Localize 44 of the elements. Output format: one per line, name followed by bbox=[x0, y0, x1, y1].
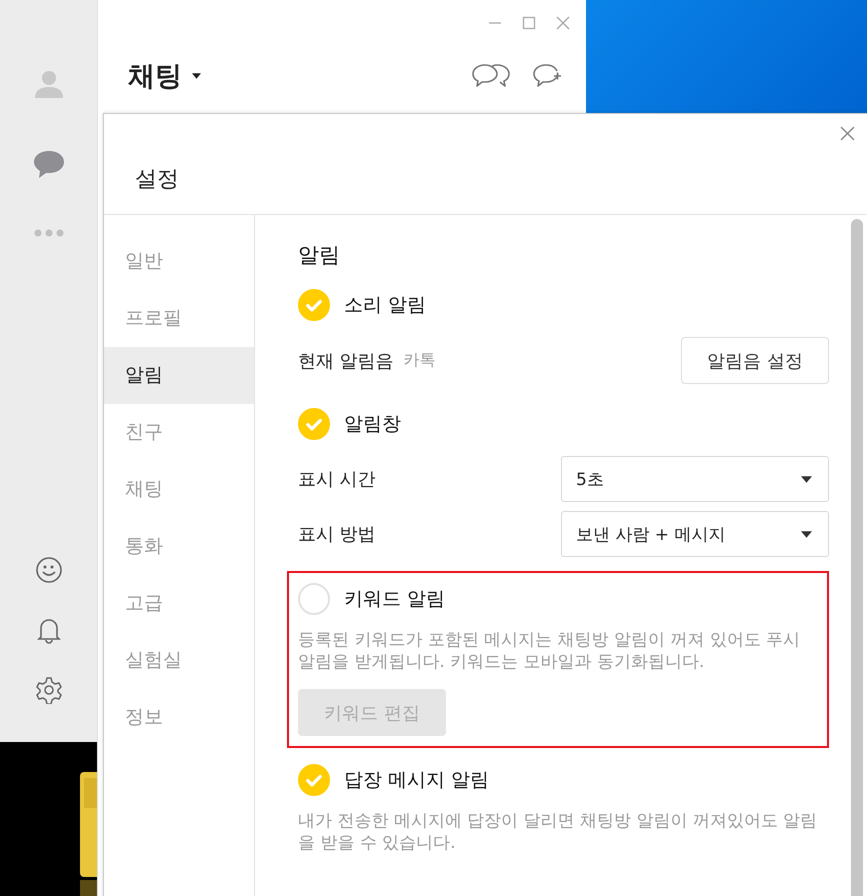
scrollbar[interactable] bbox=[851, 219, 863, 896]
settings-icon[interactable] bbox=[34, 676, 62, 704]
menu-item[interactable]: 고급 bbox=[104, 575, 254, 632]
dropdown[interactable]: 보낸 사람 + 메시지 bbox=[561, 511, 829, 557]
menu-item[interactable]: 일반 bbox=[104, 233, 254, 290]
description-text: 등록된 키워드가 포함된 메시지는 채팅방 알림이 꺼져 있어도 푸시 알림을 받게됩니다. 키워드는 모바일과 동기화됩니다. bbox=[298, 629, 802, 673]
checkbox-label: 알림창 bbox=[344, 412, 401, 437]
section-title: 알림 bbox=[298, 242, 341, 269]
dropdown[interactable]: 5초 bbox=[561, 456, 829, 502]
setting-label: 현재 알림음 bbox=[298, 350, 394, 372]
new-chat-icon[interactable] bbox=[532, 63, 562, 89]
menu-item[interactable]: 친구 bbox=[104, 404, 254, 461]
checkbox[interactable] bbox=[298, 764, 330, 796]
checkbox[interactable] bbox=[298, 289, 330, 321]
chat-icon[interactable] bbox=[32, 148, 64, 180]
close-icon[interactable] bbox=[840, 126, 855, 141]
checkbox-label: 답장 메시지 알림 bbox=[344, 768, 490, 793]
smiley-icon[interactable] bbox=[34, 556, 62, 584]
caret-icon[interactable] bbox=[192, 73, 201, 79]
close-icon[interactable] bbox=[556, 16, 570, 30]
checkbox[interactable] bbox=[298, 408, 330, 440]
chat-bubbles-icon[interactable] bbox=[472, 63, 510, 89]
description-text: 내가 전송한 메시지에 답장이 달리면 채팅방 알림이 꺼져있어도 알림을 받을 수 있습니다. bbox=[298, 810, 818, 854]
bell-icon[interactable] bbox=[34, 616, 62, 644]
menu-item[interactable]: 통화 bbox=[104, 518, 254, 575]
menu-item[interactable]: 정보 bbox=[104, 689, 254, 746]
sound-settings-button[interactable]: 알림음 설정 bbox=[681, 337, 829, 384]
checkbox-label: 키워드 알림 bbox=[344, 587, 446, 612]
maximize-icon[interactable] bbox=[522, 16, 536, 30]
setting-label: 표시 방법 bbox=[298, 523, 376, 546]
person-icon[interactable] bbox=[32, 68, 64, 100]
dialog-title: 설정 bbox=[135, 166, 179, 194]
checkbox[interactable] bbox=[298, 583, 330, 615]
menu-item[interactable]: 알림 bbox=[104, 347, 254, 404]
menu-item[interactable]: 실험실 bbox=[104, 632, 254, 689]
sound-name: 카톡 bbox=[404, 350, 436, 371]
caret-icon bbox=[801, 530, 812, 538]
caret-icon bbox=[801, 476, 812, 482]
more-icon[interactable] bbox=[32, 228, 64, 238]
window-title[interactable]: 채팅 bbox=[128, 58, 182, 94]
menu-item[interactable]: 채팅 bbox=[104, 461, 254, 518]
setting-label: 표시 시간 bbox=[298, 468, 376, 491]
menu-item[interactable]: 프로필 bbox=[104, 290, 254, 347]
checkbox-label: 소리 알림 bbox=[344, 293, 426, 318]
